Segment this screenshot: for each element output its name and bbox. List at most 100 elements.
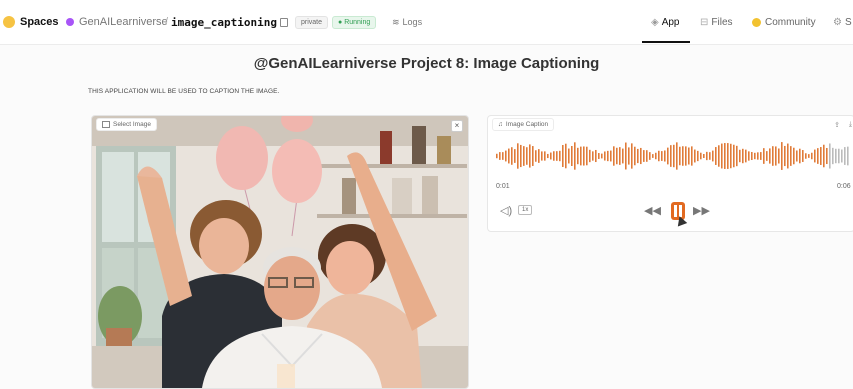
copy-repo-button[interactable] (280, 0, 288, 44)
files-icon: ⊟ (700, 16, 709, 28)
waveform-bar (538, 149, 540, 163)
waveform-bar (772, 146, 774, 166)
waveform-bar (697, 150, 699, 162)
close-icon: × (454, 121, 460, 130)
waveform-bar (730, 143, 732, 169)
waveform-bar (553, 151, 555, 161)
waveform-bar (835, 148, 837, 164)
tab-community[interactable]: Community (752, 0, 816, 44)
waveform-bar (838, 148, 840, 164)
waveform-bar (592, 151, 594, 161)
waveform-bar (667, 147, 669, 165)
waveform-bar (775, 146, 777, 166)
waveform-bar (589, 149, 591, 163)
repo-link[interactable]: image_captioning (171, 0, 277, 44)
tab-files[interactable]: ⊟ Files (700, 0, 733, 44)
active-tab-indicator (642, 41, 690, 43)
waveform-bar (550, 152, 552, 160)
waveform-bar (736, 145, 738, 167)
visibility-label: private (295, 15, 329, 29)
waveform-bar (583, 146, 585, 166)
waveform-bar (790, 146, 792, 166)
waveform-bar (628, 147, 630, 165)
waveform-bar (649, 152, 651, 160)
waveform-bar (703, 154, 705, 158)
waveform-bar (562, 145, 564, 167)
gear-icon: ⚙ (833, 16, 842, 28)
download-icon: ⤓ (848, 121, 852, 128)
waveform-bar (793, 147, 795, 165)
waveform-bar (700, 152, 702, 160)
waveform-bar (799, 148, 801, 164)
waveform-bar (508, 148, 510, 164)
visibility-badge: private (295, 0, 329, 44)
waveform-bar (520, 144, 522, 168)
waveform-bar (598, 153, 600, 159)
status-label: ● Running (332, 15, 377, 29)
waveform-bar (619, 147, 621, 165)
waveform-bar (637, 148, 639, 164)
org-name: GenAILearniverse (79, 16, 168, 28)
waveform-bar (805, 153, 807, 159)
org-link[interactable]: GenAILearniverse (66, 0, 168, 44)
waveform-bar (607, 150, 609, 162)
tab-app[interactable]: ◈ App (651, 0, 680, 44)
waveform-bar (577, 147, 579, 165)
waveform-bar (784, 145, 786, 167)
logs-icon: ≋ (392, 16, 400, 27)
waveform-bar (691, 146, 693, 166)
waveform-bar (712, 150, 714, 162)
uploaded-photo (92, 116, 468, 388)
waveform-bar (595, 149, 597, 163)
waveform-bar (829, 143, 831, 169)
waveform-bar (517, 143, 519, 169)
waveform-bar (568, 148, 570, 164)
copy-icon (280, 17, 288, 27)
share-button[interactable]: ⇪ (834, 121, 840, 129)
skip-forward-button[interactable]: ▶▶ (693, 204, 710, 217)
waveform-bar (541, 151, 543, 161)
clear-image-button[interactable]: × (451, 120, 463, 132)
waveform-bar (826, 147, 828, 165)
waveform-bar (622, 148, 624, 164)
waveform-bar (760, 152, 762, 160)
waveform-bar (847, 146, 849, 166)
waveform-bar (643, 150, 645, 162)
waveform-bar (556, 151, 558, 161)
tab-settings[interactable]: ⚙ S (833, 0, 852, 44)
current-time: 0:01 (496, 183, 510, 190)
waveform-bar (688, 147, 690, 165)
waveform-bar (664, 150, 666, 162)
volume-icon: ◁) (500, 205, 513, 217)
fast-forward-icon: ▶▶ (693, 205, 710, 217)
volume-button[interactable]: ◁) (500, 204, 512, 217)
waveform-bar (844, 147, 846, 165)
tab-settings-label: S (844, 16, 852, 28)
playback-rate-button[interactable]: 1x (518, 205, 533, 215)
community-icon (752, 17, 761, 27)
image-input-label-badge: Select Image (96, 118, 157, 131)
logs-button[interactable]: ≋ Logs (392, 0, 422, 44)
download-button[interactable]: ⤓ (849, 121, 852, 129)
repo-name: image_captioning (171, 15, 277, 29)
audio-output-label: Image Caption (505, 121, 549, 128)
org-avatar-icon (66, 18, 74, 26)
waveform-bar (544, 151, 546, 161)
skip-backward-button[interactable]: ◀◀ (644, 204, 661, 217)
waveform-bar (769, 148, 771, 164)
waveform-bar (661, 151, 663, 161)
waveform-bar (781, 142, 783, 170)
audio-waveform[interactable] (496, 138, 852, 174)
waveform-bar (514, 149, 516, 163)
waveform-bar (529, 144, 531, 168)
waveform-bar (748, 151, 750, 161)
waveform-bar (634, 146, 636, 166)
tab-community-label: Community (765, 16, 816, 28)
waveform-bar (796, 150, 798, 162)
waveform-bar (601, 153, 603, 159)
waveform-bar (505, 150, 507, 162)
waveform-bar (646, 150, 648, 162)
waveform-bar (814, 149, 816, 163)
spaces-link[interactable]: Spaces (3, 0, 59, 44)
image-input-panel[interactable]: Select Image × (91, 115, 469, 389)
